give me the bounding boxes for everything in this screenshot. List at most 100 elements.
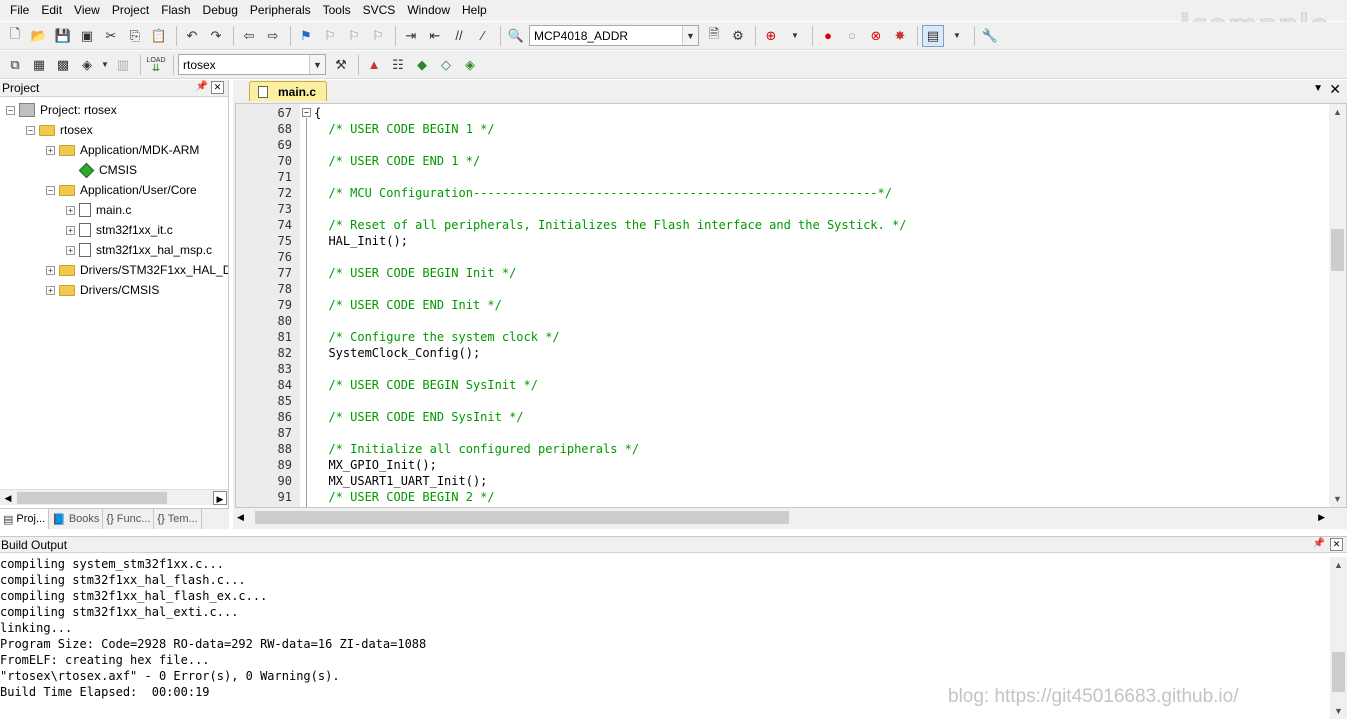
expand-icon[interactable]: + bbox=[66, 205, 75, 215]
collapse-icon[interactable]: − bbox=[46, 185, 55, 195]
new-file-icon[interactable]: 🗋 bbox=[4, 25, 26, 47]
batch-build-icon[interactable]: ◈ bbox=[76, 54, 98, 76]
tree-item[interactable]: − Application/User/Core bbox=[46, 180, 197, 200]
expand-icon[interactable]: + bbox=[66, 225, 75, 235]
menu-edit[interactable]: Edit bbox=[35, 0, 68, 21]
tree-item[interactable]: CMSIS bbox=[66, 160, 137, 180]
unindent-icon[interactable]: ⇤ bbox=[424, 25, 446, 47]
tab-list-dropdown-icon[interactable]: ▼ bbox=[1313, 83, 1323, 94]
tree-item[interactable]: + Drivers/CMSIS bbox=[46, 280, 159, 300]
save-icon[interactable]: 💾 bbox=[52, 25, 74, 47]
scroll-down-icon[interactable]: ▼ bbox=[1330, 703, 1347, 719]
editor-vertical-scrollbar[interactable]: ▲ ▼ bbox=[1329, 104, 1346, 507]
collapse-icon[interactable]: − bbox=[26, 125, 35, 135]
target-select[interactable]: rtosex ▼ bbox=[178, 54, 326, 75]
breakpoint-disable-icon[interactable]: ○ bbox=[841, 25, 863, 47]
pin-icon[interactable]: 📌 bbox=[1313, 538, 1325, 549]
pack-installer-icon[interactable]: ◇ bbox=[435, 54, 457, 76]
scroll-down-icon[interactable]: ▼ bbox=[1329, 491, 1346, 507]
tree-item[interactable]: + Drivers/STM32F1xx_HAL_Dr bbox=[46, 260, 228, 280]
uncomment-icon[interactable]: ⁄ bbox=[472, 25, 494, 47]
undo-icon[interactable]: ↶ bbox=[181, 25, 203, 47]
menu-project[interactable]: Project bbox=[106, 0, 155, 21]
collapse-icon[interactable]: − bbox=[302, 108, 311, 117]
menu-view[interactable]: View bbox=[68, 0, 106, 21]
save-all-icon[interactable]: ▣ bbox=[76, 25, 98, 47]
find-combo[interactable]: MCP4018_ADDR ▼ bbox=[529, 25, 699, 46]
window-layout-dropdown-icon[interactable]: ▼ bbox=[946, 25, 968, 47]
select-software-packs-icon[interactable]: ◈ bbox=[459, 54, 481, 76]
tree-item[interactable]: + stm32f1xx_hal_msp.c bbox=[66, 240, 212, 260]
tree-item[interactable]: + main.c bbox=[66, 200, 131, 220]
copy-icon[interactable]: ⎘ bbox=[124, 25, 146, 47]
scroll-right-icon[interactable]: ▶ bbox=[213, 491, 227, 505]
find-icon[interactable]: 🗎 bbox=[703, 25, 725, 47]
nav-back-icon[interactable]: ⇦ bbox=[238, 25, 260, 47]
breakpoint-clear-icon[interactable]: ⊗ bbox=[865, 25, 887, 47]
incremental-find-icon[interactable]: ⚙ bbox=[727, 25, 749, 47]
expand-icon[interactable]: + bbox=[46, 265, 55, 275]
scroll-up-icon[interactable]: ▲ bbox=[1330, 557, 1347, 573]
tab-func[interactable]: {} Func... bbox=[103, 509, 155, 529]
run-time-environment-icon[interactable]: ◆ bbox=[411, 54, 433, 76]
tree-item[interactable]: − rtosex bbox=[26, 120, 93, 140]
pin-icon[interactable]: 📌 bbox=[196, 81, 208, 92]
chevron-down-icon[interactable]: ▼ bbox=[682, 26, 698, 45]
rebuild-icon[interactable]: ▩ bbox=[52, 54, 74, 76]
menu-tools[interactable]: Tools bbox=[317, 0, 357, 21]
collapse-icon[interactable]: − bbox=[6, 105, 15, 115]
bookmark-icon[interactable]: ⚑ bbox=[295, 25, 317, 47]
menu-debug[interactable]: Debug bbox=[197, 0, 244, 21]
target-options-icon[interactable]: ⚒ bbox=[330, 54, 352, 76]
expand-icon[interactable]: + bbox=[66, 245, 75, 255]
scroll-left-icon[interactable]: ◀ bbox=[1, 491, 15, 505]
breakpoint-kill-icon[interactable]: ✸ bbox=[889, 25, 911, 47]
debug-session-icon[interactable]: ⊕ bbox=[760, 25, 782, 47]
window-layout-icon[interactable]: ▤ bbox=[922, 24, 944, 47]
tab-books[interactable]: 📘 Books bbox=[49, 509, 104, 529]
nav-forward-icon[interactable]: ⇨ bbox=[262, 25, 284, 47]
project-horizontal-scrollbar[interactable]: ◀ ▶ bbox=[0, 489, 228, 505]
close-icon[interactable]: ✕ bbox=[1330, 538, 1343, 551]
scroll-right-icon[interactable]: ▶ bbox=[1318, 509, 1325, 526]
scroll-thumb[interactable] bbox=[1332, 652, 1345, 692]
scroll-thumb[interactable] bbox=[1331, 229, 1344, 271]
redo-icon[interactable]: ↷ bbox=[205, 25, 227, 47]
find-in-files-icon[interactable]: 🔍 bbox=[505, 25, 527, 47]
scroll-left-icon[interactable]: ◀ bbox=[237, 509, 244, 526]
tree-item[interactable]: + Application/MDK-ARM bbox=[46, 140, 199, 160]
build-icon[interactable]: ▦ bbox=[28, 54, 50, 76]
menu-flash[interactable]: Flash bbox=[155, 0, 196, 21]
scroll-up-icon[interactable]: ▲ bbox=[1329, 104, 1346, 120]
cut-icon[interactable]: ✂ bbox=[100, 25, 122, 47]
configure-icon[interactable]: 🔧 bbox=[979, 25, 1001, 47]
tab-tem[interactable]: {} Tem... bbox=[154, 509, 202, 529]
menu-peripherals[interactable]: Peripherals bbox=[244, 0, 317, 21]
menu-help[interactable]: Help bbox=[456, 0, 493, 21]
menu-window[interactable]: Window bbox=[401, 0, 456, 21]
bookmark-prev-icon[interactable]: ⚐ bbox=[319, 25, 341, 47]
load-download-icon[interactable]: LOAD ⇊ bbox=[145, 54, 167, 76]
file-extensions-icon[interactable]: ☷ bbox=[387, 54, 409, 76]
debug-dropdown-icon[interactable]: ▼ bbox=[784, 25, 806, 47]
close-icon[interactable]: ✕ bbox=[211, 81, 224, 94]
scroll-thumb[interactable] bbox=[17, 492, 167, 504]
chevron-down-icon[interactable]: ▼ bbox=[309, 55, 325, 74]
bookmark-next-icon[interactable]: ⚐ bbox=[343, 25, 365, 47]
tree-item[interactable]: − Project: rtosex bbox=[6, 100, 117, 120]
breakpoint-icon[interactable]: ● bbox=[817, 25, 839, 47]
bookmark-clear-icon[interactable]: ⚐ bbox=[367, 25, 389, 47]
batch-dropdown-icon[interactable]: ▼ bbox=[100, 54, 110, 76]
open-file-icon[interactable]: 📂 bbox=[28, 25, 50, 47]
menu-svcs[interactable]: SVCS bbox=[357, 0, 402, 21]
translate-icon[interactable]: ⧉ bbox=[4, 54, 26, 76]
stop-build-icon[interactable]: ▥ bbox=[112, 54, 134, 76]
editor-horizontal-scrollbar[interactable]: ◀ ▶ bbox=[235, 509, 1347, 526]
comment-icon[interactable]: // bbox=[448, 25, 470, 47]
scroll-thumb[interactable] bbox=[255, 511, 789, 524]
manage-project-icon[interactable]: ▲ bbox=[363, 54, 385, 76]
paste-icon[interactable]: 📋 bbox=[148, 25, 170, 47]
code-editor[interactable]: 67 68 69 70 71 72 73 74 75 76 77 78 79 80 81 82 83 84 85 86… bbox=[235, 103, 1347, 508]
expand-icon[interactable]: + bbox=[46, 145, 55, 155]
close-tab-icon[interactable]: ✕ bbox=[1329, 81, 1341, 98]
